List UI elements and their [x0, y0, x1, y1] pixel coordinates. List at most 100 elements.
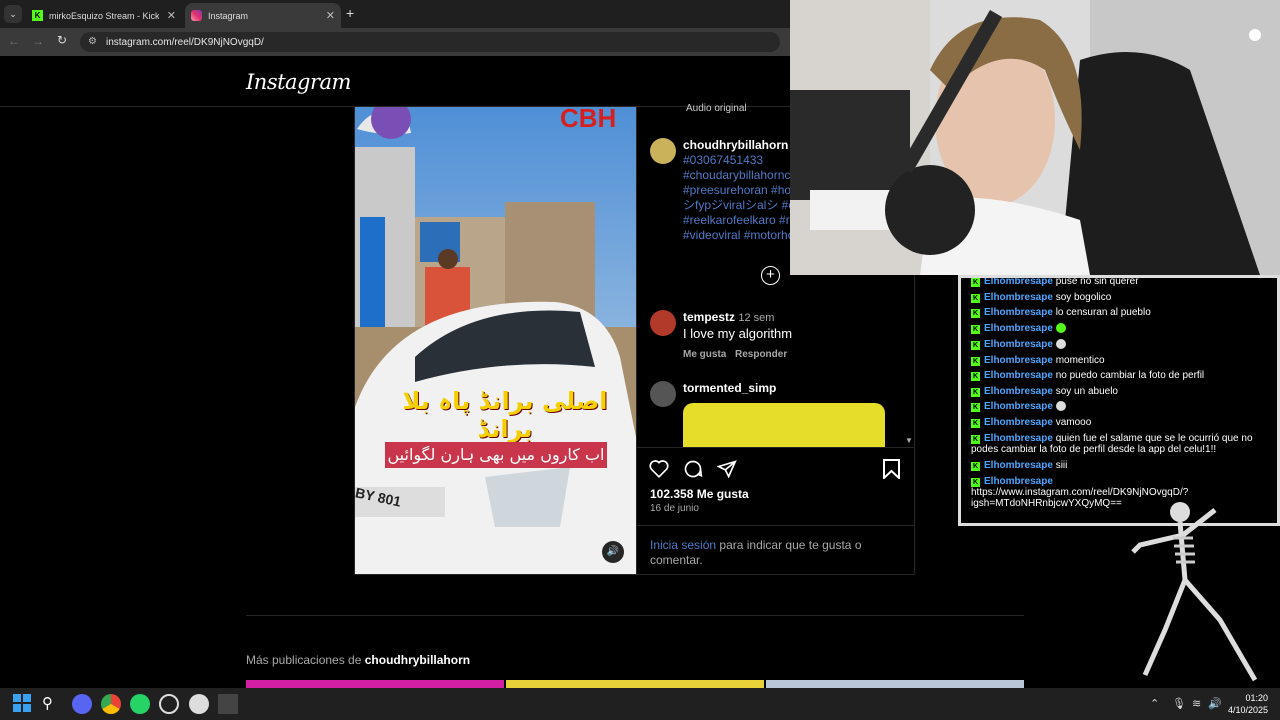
chat-username[interactable]: Elhombresape	[984, 386, 1053, 397]
login-link[interactable]: Inicia sesión	[650, 538, 716, 552]
more-post-thumbnail[interactable]	[766, 680, 1024, 688]
caption-line[interactable]: #reelkarofeelkaro #re	[683, 213, 790, 228]
chat-username[interactable]: Elhombresape	[984, 292, 1053, 303]
instagram-favicon-icon	[191, 10, 202, 21]
kick-icon: K	[971, 278, 980, 287]
section-divider	[246, 615, 1024, 616]
chat-username[interactable]: Elhombresape	[984, 417, 1053, 428]
kick-icon: K	[971, 357, 980, 366]
kick-icon: K	[971, 294, 980, 303]
stream-chat: K Elhombresape pusé no sin querer K Elhomb…	[958, 275, 1280, 526]
scroll-down-icon[interactable]: ▼	[905, 436, 913, 445]
tab-instagram[interactable]: Instagram ✕	[185, 3, 341, 28]
chat-message: K Elhombresape siii	[971, 460, 1067, 472]
comment-reply-button[interactable]: Responder	[735, 349, 787, 360]
more-post-thumbnail[interactable]	[506, 680, 764, 688]
avatar[interactable]	[650, 310, 676, 336]
chat-text: soy un abuelo	[1055, 386, 1118, 397]
chat-link-line[interactable]: igsh=MTdoNHRnbjcwYXQyMQ==	[971, 498, 1122, 510]
close-icon[interactable]: ✕	[167, 9, 176, 22]
caption-line[interactable]: シfypジviralシalシ #c	[683, 198, 790, 213]
clock-time[interactable]: 01:20	[1230, 693, 1268, 703]
instagram-header	[0, 57, 790, 107]
more-posts-heading: Más publicaciones de choudhrybillahorn	[246, 653, 470, 667]
close-icon[interactable]: ✕	[326, 9, 335, 22]
chat-message: K Elhombresape	[971, 323, 1066, 335]
load-more-comments-icon[interactable]: +	[761, 266, 780, 285]
clock-date[interactable]: 4/10/2025	[1222, 705, 1268, 715]
audio-label[interactable]: Audio original	[686, 103, 747, 114]
more-post-thumbnail[interactable]	[246, 680, 504, 688]
comment-icon[interactable]	[683, 459, 703, 479]
kick-icon: K	[971, 309, 980, 318]
actions-divider	[637, 525, 914, 526]
chat-username[interactable]: Elhombresape	[984, 401, 1053, 412]
comment-username[interactable]: tormented_simp	[683, 381, 776, 395]
chat-username[interactable]: Elhombresape	[984, 433, 1053, 444]
caption-line[interactable]: #videoviral #motorho	[683, 228, 790, 243]
media-urdu-line-1: اصلی برانڈ پاہ بلا برانڈ	[402, 387, 608, 443]
avatar[interactable]	[650, 381, 676, 407]
chat-message: K Elhombresape lo censuran al pueblo	[971, 307, 1151, 319]
comment-time: 12 sem	[738, 312, 775, 324]
avatar[interactable]	[650, 138, 676, 164]
tab-search-button[interactable]: ⌄	[4, 5, 22, 23]
chat-username[interactable]: Elhombresape	[984, 370, 1053, 381]
reel-video[interactable]: CBH اصلی برانڈ پاہ بلا برانڈ اب کاروں می…	[355, 107, 636, 574]
comment-sticker-image[interactable]	[683, 403, 885, 447]
steam-icon[interactable]	[189, 694, 209, 714]
windows-start-icon[interactable]	[13, 694, 33, 714]
kick-icon: K	[971, 403, 980, 412]
discord-icon[interactable]	[72, 694, 92, 714]
save-icon[interactable]	[883, 459, 900, 479]
microphone-icon[interactable]: 🎙	[1172, 697, 1186, 710]
chat-username[interactable]: Elhombresape	[984, 339, 1053, 350]
kick-icon: K	[971, 341, 980, 350]
emote-icon	[1055, 323, 1066, 334]
chat-text: momentico	[1055, 355, 1105, 366]
obs-icon[interactable]	[159, 694, 179, 714]
reload-icon[interactable]: ↻	[57, 33, 67, 47]
kick-favicon-icon: K	[32, 10, 43, 21]
tray-chevron-icon[interactable]: ⌃	[1150, 697, 1159, 710]
chat-username[interactable]: Elhombresape	[984, 307, 1053, 318]
caption-line[interactable]: #03067451433	[683, 153, 790, 168]
caption-line[interactable]: #preesurehoran #hor	[683, 183, 790, 198]
forward-icon[interactable]: →	[32, 34, 44, 48]
likes-count[interactable]: 102.358 Me gusta	[650, 487, 749, 501]
chat-username[interactable]: Elhombresape	[984, 476, 1053, 487]
search-icon[interactable]: ⚲	[42, 694, 62, 714]
more-posts-user[interactable]: choudhrybillahorn	[365, 653, 470, 667]
whatsapp-icon[interactable]	[130, 694, 150, 714]
like-icon[interactable]	[649, 459, 669, 478]
chat-text: pusé no sin querer	[1055, 276, 1139, 287]
volume-icon[interactable]: 🔊	[1208, 697, 1222, 710]
comment-username[interactable]: tempestz	[683, 310, 735, 324]
tab-kick[interactable]: K mirkoEsquizo Stream - Kick Da ✕	[26, 3, 182, 28]
actions-divider	[637, 447, 914, 448]
chat-message: K Elhombresape pusé no sin querer	[971, 276, 1139, 288]
caption-username[interactable]: choudhrybillahorn	[683, 138, 788, 152]
comment-1: tempestz 12 sem	[683, 310, 774, 324]
comment-like-button[interactable]: Me gusta	[683, 349, 726, 360]
share-icon[interactable]	[717, 459, 737, 479]
back-icon[interactable]: ←	[8, 34, 20, 48]
wifi-icon[interactable]: ≋	[1192, 697, 1201, 710]
sound-toggle-icon[interactable]: 🔊	[602, 541, 624, 563]
chat-text: vamooo	[1055, 417, 1092, 428]
chrome-icon[interactable]	[101, 694, 121, 714]
kick-icon: K	[971, 478, 980, 487]
chat-username[interactable]: Elhombresape	[984, 355, 1053, 366]
url-input[interactable]: ⚙ instagram.com/reel/DK9NjNOvgqD/	[80, 32, 780, 52]
chat-text: soy bogolico	[1055, 292, 1112, 303]
caption-line[interactable]: #choudarybillahorncl	[683, 168, 790, 183]
caption-hashtags: #03067451433 #choudarybillahorncl #prees…	[683, 153, 790, 243]
chat-username[interactable]: Elhombresape	[984, 323, 1053, 334]
app-icon[interactable]	[218, 694, 238, 714]
chat-username[interactable]: Elhombresape	[984, 460, 1053, 471]
chat-username[interactable]: Elhombresape	[984, 278, 1053, 287]
chat-text: quien fue el salame que se le ocurrió qu…	[1055, 433, 1253, 444]
site-info-icon[interactable]: ⚙	[88, 36, 97, 47]
instagram-logo[interactable]: Instagram	[246, 70, 351, 94]
new-tab-icon[interactable]: +	[346, 5, 354, 21]
